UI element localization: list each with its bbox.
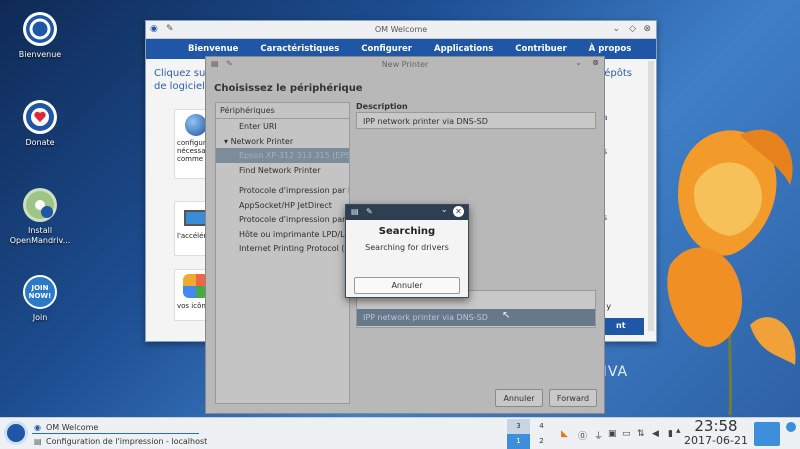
menu-item-bienvenue[interactable]: Bienvenue — [188, 44, 238, 54]
tree-item[interactable]: Find Network Printer — [216, 163, 349, 178]
dialog-message: Searching for drivers — [365, 243, 449, 252]
pager-desktop[interactable]: 4 — [530, 419, 553, 434]
pager-desktop[interactable]: 2 — [530, 434, 553, 449]
tree-group-network-printer[interactable]: ▾ Network Printer — [216, 134, 349, 149]
description-field[interactable]: IPP network printer via DNS-SD — [356, 112, 596, 129]
chevron-down-icon[interactable]: ⌄ — [612, 24, 620, 34]
window-titlebar[interactable]: ▤ ✎ New Printer ⌄ ⊗ — [206, 57, 604, 73]
menu-item-configurer[interactable]: Configurer — [361, 44, 412, 54]
task-label: Configuration de l'impression - localhos… — [46, 437, 208, 446]
device-tree[interactable]: Périphériques Enter URI ▾ Network Printe… — [215, 102, 350, 404]
chevron-down-icon[interactable]: ⌄ — [575, 58, 582, 67]
desktop-icon-label: Bienvenue — [18, 50, 62, 59]
window-title: OM Welcome — [374, 25, 428, 34]
taskbar-task[interactable]: ▤ Configuration de l'impression - localh… — [32, 435, 207, 448]
clipboard-icon[interactable]: ▣ — [608, 429, 617, 439]
mouse-cursor-icon: ↖ — [502, 310, 511, 321]
menu-item-contribuer[interactable]: Contribuer — [515, 44, 566, 54]
forward-button[interactable]: Forward — [549, 389, 597, 407]
tree-item[interactable]: Protocole d'impression par Int — [216, 183, 349, 198]
dialog-heading: Choisissez le périphérique — [214, 83, 363, 94]
pager-desktop[interactable]: 1 — [507, 434, 530, 449]
welcome-intro-text-right: épôts — [604, 68, 632, 79]
hexchat-icon[interactable]: ⓪ — [578, 429, 587, 442]
searching-dialog[interactable]: ▤ ✎ ⌄ ✕ Searching Searching for drivers … — [345, 204, 469, 298]
close-icon[interactable]: ⊗ — [643, 24, 651, 34]
clock-date: 2017-06-21 — [684, 434, 748, 447]
tree-item[interactable]: Internet Printing Protocol (ipp — [216, 241, 349, 256]
scrollbar[interactable] — [648, 61, 654, 331]
cancel-button[interactable]: Annuler — [495, 389, 543, 407]
description-label: Description — [356, 102, 408, 111]
join-badge-icon: JOIN NOW! — [23, 275, 57, 309]
desktop-icon-join[interactable]: JOIN NOW! Join — [0, 275, 80, 323]
tree-item-selected[interactable]: Epson XP-312 313 315 (EPSON — [216, 148, 349, 163]
menu-item-applications[interactable]: Applications — [434, 44, 493, 54]
window-titlebar[interactable]: ▤ ✎ ⌄ ✕ — [346, 205, 468, 220]
poppy-flower-wallpaper — [667, 129, 796, 415]
usb-icon[interactable]: ⏚ — [594, 429, 603, 442]
desktop-icon-bienvenue[interactable]: Bienvenue — [0, 12, 80, 60]
openmandriva-logo-icon — [23, 12, 57, 46]
printer-icon: ▤ — [34, 437, 42, 446]
pager-desktop[interactable]: 3 — [507, 419, 530, 434]
install-disc-icon — [23, 188, 57, 222]
cancel-button[interactable]: Annuler — [354, 277, 460, 294]
printer-icon: ▤ — [351, 207, 359, 216]
chevron-down-icon[interactable]: ⌄ — [440, 205, 448, 215]
taskbar: ◉ OM Welcome ▤ Configuration de l'impres… — [0, 417, 800, 449]
tree-item[interactable]: Hôte ou imprimante LPD/LPR — [216, 227, 349, 242]
desktop-icon-install[interactable]: Install OpenMandriv... — [0, 188, 80, 246]
app-icon: ◉ — [34, 423, 41, 432]
window-titlebar[interactable]: ◉ ✎ OM Welcome ⌄ ◇ ⊗ — [146, 21, 656, 39]
tree-group-label: Network Printer — [230, 136, 294, 146]
maximize-icon[interactable]: ◇ — [629, 24, 636, 34]
desktop-icon-label: Donate — [25, 138, 55, 147]
network-icon[interactable]: ⇅ — [637, 429, 645, 439]
globe-icon — [185, 114, 207, 136]
pin-icon[interactable]: ✎ — [366, 207, 373, 216]
connection-row-selected[interactable]: IPP network printer via DNS-SD — [357, 309, 595, 326]
tree-item[interactable]: Protocole d'impression par I — [216, 212, 349, 227]
desktop-icon-donate[interactable]: Donate — [0, 100, 80, 148]
expand-tray-icon[interactable]: ▴ — [676, 426, 681, 436]
battery-icon[interactable]: ▮ — [668, 429, 673, 439]
tree-item[interactable]: Enter URI — [216, 119, 349, 134]
desktop-pager[interactable]: 3 4 1 2 — [507, 419, 553, 449]
tree-header: Périphériques — [216, 103, 349, 119]
window-title: New Printer — [381, 60, 429, 69]
task-label: OM Welcome — [46, 423, 99, 432]
tree-item[interactable]: AppSocket/HP JetDirect — [216, 198, 349, 213]
volume-icon[interactable]: ◀ — [652, 429, 659, 439]
display-icon[interactable]: ▭ — [622, 429, 631, 439]
clock[interactable]: 23:58 2017-06-21 — [684, 418, 748, 447]
notification-icon[interactable]: ◣ — [561, 429, 568, 439]
close-icon[interactable]: ⊗ — [592, 58, 599, 67]
desktop-icon-label: Install OpenMandriv... — [9, 226, 71, 245]
desktop-icon-label: Join — [32, 313, 48, 322]
menu-item-caracteristiques[interactable]: Caractéristiques — [260, 44, 339, 54]
menu-item-a-propos[interactable]: À propos — [589, 44, 632, 54]
clock-time: 23:58 — [694, 417, 738, 435]
donate-heart-icon — [23, 100, 57, 134]
dialog-title: Searching — [378, 226, 436, 237]
close-icon[interactable]: ✕ — [453, 206, 464, 217]
app-launcher-button[interactable] — [4, 421, 28, 445]
panel-toolbox-icon[interactable] — [786, 422, 796, 432]
show-desktop-icon[interactable] — [754, 422, 780, 446]
taskbar-task[interactable]: ◉ OM Welcome — [32, 421, 199, 434]
